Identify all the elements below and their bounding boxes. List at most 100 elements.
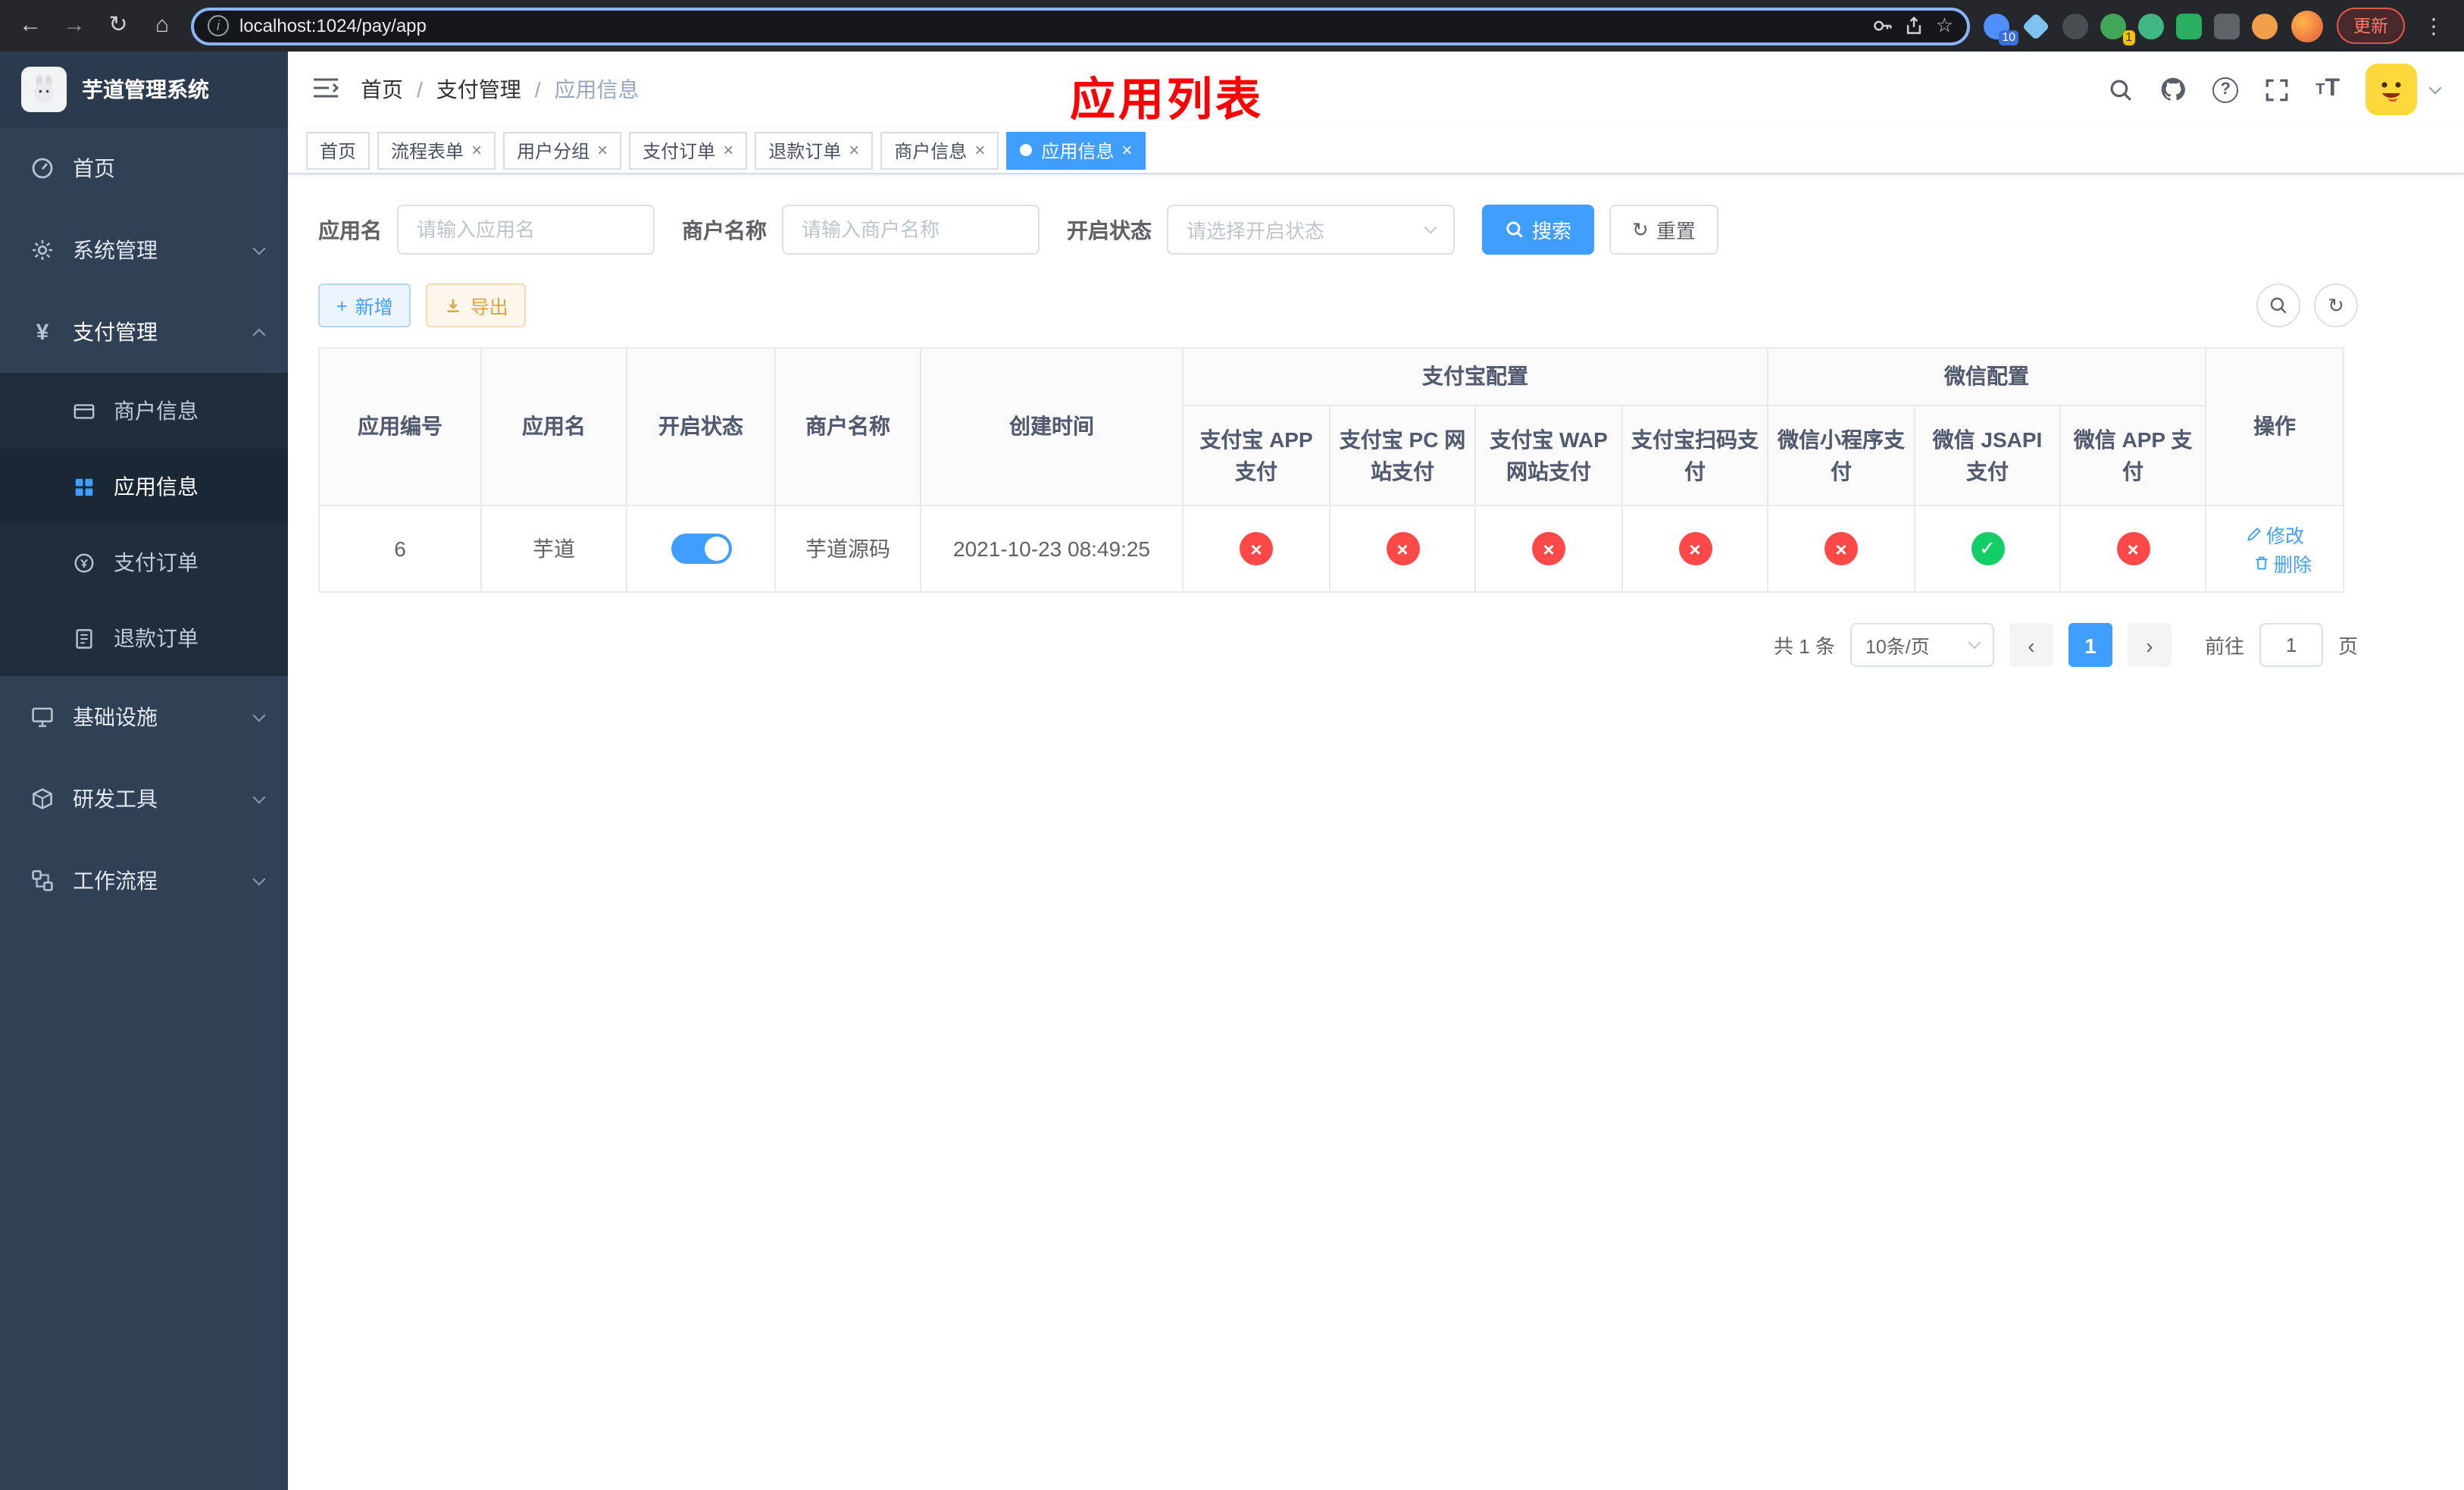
search-icon (2270, 297, 2287, 314)
sidebar-item-dev-tools[interactable]: 研发工具 (0, 758, 288, 840)
cell-alipay-wap: × (1474, 505, 1623, 593)
extension-badge-2: 1 (2122, 30, 2135, 45)
password-key-icon[interactable] (1872, 15, 1893, 36)
tab-process-form[interactable]: 流程表单 × (377, 131, 496, 169)
sidebar-item-pay-order[interactable]: 支付订单 (0, 524, 288, 600)
tab-user-group[interactable]: 用户分组 × (503, 131, 622, 169)
col-header-app-id: 应用编号 (318, 347, 482, 506)
sidebar-item-infrastructure[interactable]: 基础设施 (0, 676, 288, 758)
show-search-toggle-button[interactable] (2256, 283, 2300, 327)
browser-update-button[interactable]: 更新 (2337, 8, 2405, 44)
browser-forward-button[interactable]: → (59, 9, 89, 42)
font-size-icon[interactable]: TT (2315, 76, 2340, 103)
close-icon[interactable]: × (471, 141, 482, 159)
tab-home[interactable]: 首页 (306, 131, 371, 169)
refresh-table-button[interactable]: ↻ (2314, 283, 2358, 327)
sidebar-item-workflow[interactable]: 工作流程 (0, 840, 288, 922)
search-button[interactable]: 搜索 (1482, 205, 1595, 255)
col-header-ops: 操作 (2205, 347, 2345, 506)
browser-home-button[interactable]: ⌂ (147, 9, 177, 42)
pagination-total: 共 1 条 (1774, 635, 1835, 658)
sidebar-item-merchant-info[interactable]: 商户信息 (0, 373, 288, 449)
share-icon[interactable] (1904, 15, 1925, 36)
tab-merchant-info[interactable]: 商户信息 × (880, 131, 999, 169)
edit-link-label: 修改 (2266, 526, 2305, 547)
next-page-button[interactable]: › (2127, 623, 2172, 667)
url-text[interactable]: localhost:1024/pay/app (239, 15, 1862, 36)
sidebar-item-home[interactable]: 首页 (0, 127, 288, 209)
close-icon[interactable]: × (723, 141, 733, 159)
breadcrumb-payment[interactable]: 支付管理 (436, 74, 521, 105)
sidebar-item-label: 研发工具 (73, 787, 158, 811)
browser-menu-icon[interactable]: ⋮ (2419, 13, 2449, 39)
search-icon[interactable] (2108, 77, 2134, 102)
page-size-select[interactable]: 10条/页 (1850, 623, 1994, 667)
bookmark-star-icon[interactable]: ☆ (1936, 14, 1953, 38)
breadcrumb-home[interactable]: 首页 (361, 74, 403, 105)
cell-merchant: 芋道源码 (774, 505, 921, 593)
col-header-alipay-scan: 支付宝扫码支付 (1621, 405, 1768, 506)
col-header-wx-jsapi: 微信 JSAPI 支付 (1914, 405, 2061, 506)
status-toggle[interactable] (671, 534, 731, 564)
close-icon[interactable]: × (597, 141, 608, 159)
sidebar-item-system[interactable]: 系统管理 (0, 209, 288, 291)
extension-icon-blue[interactable]: 10 (1984, 13, 2018, 45)
add-button[interactable]: + 新增 (318, 283, 411, 327)
sidebar-item-refund-order[interactable]: 退款订单 (0, 600, 288, 676)
avatar-caret-icon[interactable] (2428, 80, 2442, 94)
goto-page-input[interactable] (2259, 623, 2323, 667)
toolbar-right-icons: ↻ (2256, 283, 2358, 327)
sidebar-item-label: 支付订单 (114, 550, 199, 574)
extension-icon-green-square[interactable] (2176, 13, 2202, 39)
status-select[interactable]: 请选择开启状态 (1167, 205, 1455, 255)
extension-icon-vue[interactable] (2138, 13, 2164, 39)
sidebar-item-payment[interactable]: ¥ 支付管理 (0, 291, 288, 373)
edit-link[interactable]: 修改 (2245, 520, 2304, 549)
help-icon[interactable]: ? (2212, 77, 2239, 102)
extension-icon-face[interactable] (2252, 13, 2278, 39)
extension-icon-whale[interactable]: 1 (2100, 13, 2135, 45)
close-icon[interactable]: × (1121, 141, 1132, 159)
tab-app-info[interactable]: 应用信息 × (1006, 131, 1146, 169)
cell-alipay-scan: × (1621, 505, 1768, 593)
sidebar-collapse-icon[interactable] (312, 75, 339, 104)
app-name-input[interactable] (397, 205, 655, 255)
github-icon[interactable] (2159, 76, 2187, 103)
address-bar[interactable]: i localhost:1024/pay/app ☆ (191, 7, 1970, 45)
app-logo-row[interactable]: 芋道管理系统 (0, 52, 288, 127)
extension-icon-diamond[interactable] (2022, 11, 2050, 40)
reset-button[interactable]: ↻ 重置 (1609, 205, 1718, 255)
export-button-label: 导出 (470, 297, 508, 318)
status-cross-icon: × (1825, 532, 1858, 565)
chevron-down-icon (252, 872, 266, 885)
app-table: 应用编号 应用名 开启状态 商户名称 创建时间 支付宝配置 微信配置 操作 支付… (318, 347, 2345, 593)
browser-reload-button[interactable]: ↻ (103, 9, 133, 42)
delete-link[interactable]: 删除 (2253, 549, 2312, 578)
fullscreen-icon[interactable] (2264, 77, 2290, 102)
close-icon[interactable]: × (974, 141, 985, 159)
header-icons: ? TT (2108, 64, 2442, 115)
refund-order-icon (76, 628, 92, 648)
sidebar-item-app-info[interactable]: 应用信息 (0, 449, 288, 524)
sidebar-item-label: 系统管理 (73, 238, 158, 262)
merchant-name-input[interactable] (782, 205, 1040, 255)
site-info-icon[interactable]: i (208, 15, 229, 36)
close-icon[interactable]: × (849, 141, 859, 159)
page-number-button[interactable]: 1 (2068, 623, 2112, 667)
browser-back-button[interactable]: ← (15, 9, 45, 42)
export-button[interactable]: 导出 (426, 283, 527, 327)
prev-page-button[interactable]: ‹ (2009, 623, 2053, 667)
extension-pin-icon[interactable] (2214, 13, 2240, 39)
tab-refund-order[interactable]: 退款订单 × (755, 131, 874, 169)
extension-icon-dark[interactable] (2062, 13, 2088, 39)
app-name-label: 应用名 (318, 218, 382, 242)
user-avatar[interactable] (2366, 64, 2417, 115)
browser-profile-avatar[interactable] (2291, 10, 2323, 42)
payment-submenu: 商户信息 应用信息 支付订单 退款订单 (0, 373, 288, 676)
grid-icon (75, 477, 93, 496)
tab-pay-order[interactable]: 支付订单 × (629, 131, 748, 169)
credit-card-icon (73, 403, 95, 418)
merchant-name-label: 商户名称 (682, 218, 767, 242)
refresh-icon: ↻ (2328, 293, 2344, 316)
search-button-label: 搜索 (1532, 220, 1572, 243)
